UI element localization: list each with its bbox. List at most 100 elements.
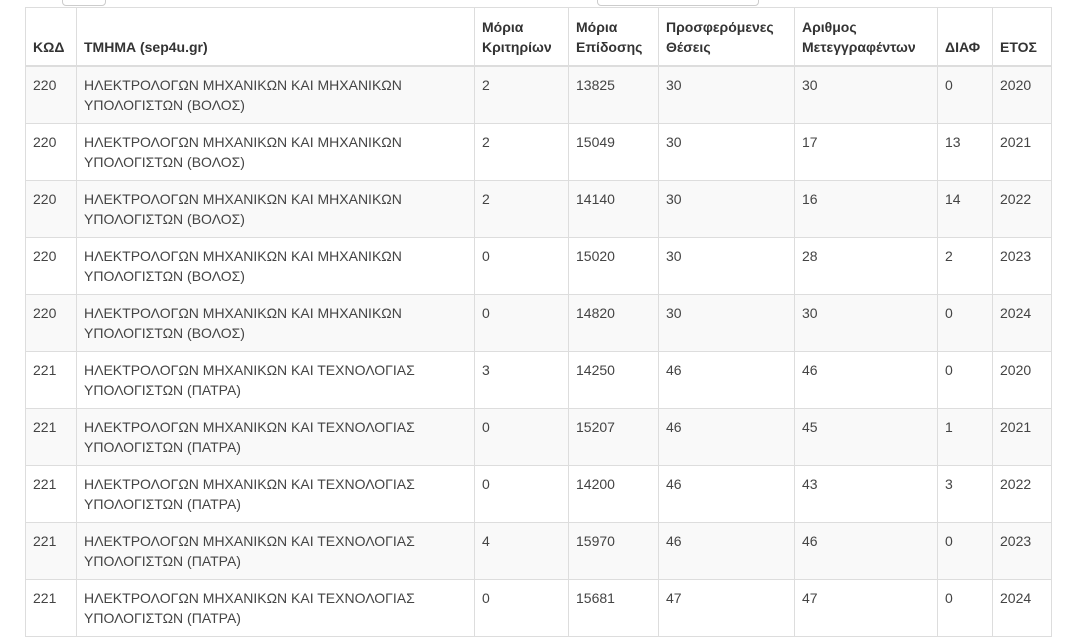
cell-achievement-points: 14140 [568, 179, 659, 238]
cell-achievement-points: 15049 [568, 122, 659, 181]
cell-transfers-count: 30 [794, 293, 938, 352]
table-row: 221 ΗΛΕΚΤΡΟΛΟΓΩΝ ΜΗΧΑΝΙΚΩΝ ΚΑΙ ΤΕΧΝΟΛΟΓΙΑ… [25, 521, 1052, 580]
page-length-select[interactable] [62, 0, 106, 6]
table-row: 220 ΗΛΕΚΤΡΟΛΟΓΩΝ ΜΗΧΑΝΙΚΩΝ ΚΑΙ ΜΗΧΑΝΙΚΩΝ … [25, 65, 1052, 124]
cell-criteria-points: 0 [474, 407, 569, 466]
cell-department: ΗΛΕΚΤΡΟΛΟΓΩΝ ΜΗΧΑΝΙΚΩΝ ΚΑΙ ΜΗΧΑΝΙΚΩΝ ΥΠΟ… [76, 179, 475, 238]
cell-year: 2024 [992, 293, 1052, 352]
column-header-criteria-points[interactable]: Μόρια Κριτηρίων [474, 7, 569, 67]
cell-code: 221 [25, 521, 77, 580]
table-row: 221 ΗΛΕΚΤΡΟΛΟΓΩΝ ΜΗΧΑΝΙΚΩΝ ΚΑΙ ΤΕΧΝΟΛΟΓΙΑ… [25, 350, 1052, 409]
column-header-difference[interactable]: ΔΙΑΦ [937, 7, 993, 67]
cell-achievement-points: 15681 [568, 578, 659, 637]
cell-offered-places: 46 [658, 407, 795, 466]
cell-code: 220 [25, 179, 77, 238]
cell-difference: 2 [937, 236, 993, 295]
results-table: ΚΩΔ ΤΜΗΜΑ (sep4u.gr) Μόρια Κριτηρίων Μόρ… [25, 7, 1052, 637]
column-header-year[interactable]: ΕΤΟΣ [992, 7, 1052, 67]
cell-difference: 13 [937, 122, 993, 181]
cell-criteria-points: 4 [474, 521, 569, 580]
cell-year: 2020 [992, 350, 1052, 409]
cell-criteria-points: 0 [474, 464, 569, 523]
cell-code: 220 [25, 65, 77, 124]
cell-department: ΗΛΕΚΤΡΟΛΟΓΩΝ ΜΗΧΑΝΙΚΩΝ ΚΑΙ ΜΗΧΑΝΙΚΩΝ ΥΠΟ… [76, 236, 475, 295]
cell-criteria-points: 0 [474, 293, 569, 352]
cell-code: 221 [25, 407, 77, 466]
cell-year: 2020 [992, 65, 1052, 124]
column-header-department[interactable]: ΤΜΗΜΑ (sep4u.gr) [76, 7, 475, 67]
cell-offered-places: 46 [658, 521, 795, 580]
cell-transfers-count: 47 [794, 578, 938, 637]
cell-achievement-points: 15020 [568, 236, 659, 295]
cell-department: ΗΛΕΚΤΡΟΛΟΓΩΝ ΜΗΧΑΝΙΚΩΝ ΚΑΙ ΤΕΧΝΟΛΟΓΙΑΣ Υ… [76, 350, 475, 409]
cell-difference: 1 [937, 407, 993, 466]
cell-transfers-count: 46 [794, 350, 938, 409]
cell-year: 2023 [992, 521, 1052, 580]
column-header-achievement-points[interactable]: Μόρια Επίδοσης [568, 7, 659, 67]
cell-difference: 3 [937, 464, 993, 523]
cell-difference: 0 [937, 293, 993, 352]
cell-year: 2022 [992, 464, 1052, 523]
table-body: 220 ΗΛΕΚΤΡΟΛΟΓΩΝ ΜΗΧΑΝΙΚΩΝ ΚΑΙ ΜΗΧΑΝΙΚΩΝ … [25, 65, 1052, 637]
cell-year: 2023 [992, 236, 1052, 295]
column-header-code[interactable]: ΚΩΔ [25, 7, 77, 67]
cell-transfers-count: 30 [794, 65, 938, 124]
table-controls [0, 0, 1067, 6]
column-header-offered-places[interactable]: Προσφερόμενες Θέσεις [658, 7, 795, 67]
cell-transfers-count: 28 [794, 236, 938, 295]
cell-criteria-points: 0 [474, 236, 569, 295]
cell-department: ΗΛΕΚΤΡΟΛΟΓΩΝ ΜΗΧΑΝΙΚΩΝ ΚΑΙ ΤΕΧΝΟΛΟΓΙΑΣ Υ… [76, 578, 475, 637]
cell-offered-places: 30 [658, 293, 795, 352]
cell-year: 2022 [992, 179, 1052, 238]
cell-department: ΗΛΕΚΤΡΟΛΟΓΩΝ ΜΗΧΑΝΙΚΩΝ ΚΑΙ ΜΗΧΑΝΙΚΩΝ ΥΠΟ… [76, 122, 475, 181]
cell-offered-places: 46 [658, 464, 795, 523]
cell-difference: 0 [937, 521, 993, 580]
cell-department: ΗΛΕΚΤΡΟΛΟΓΩΝ ΜΗΧΑΝΙΚΩΝ ΚΑΙ ΤΕΧΝΟΛΟΓΙΑΣ Υ… [76, 521, 475, 580]
cell-criteria-points: 2 [474, 179, 569, 238]
cell-difference: 0 [937, 65, 993, 124]
table-row: 221 ΗΛΕΚΤΡΟΛΟΓΩΝ ΜΗΧΑΝΙΚΩΝ ΚΑΙ ΤΕΧΝΟΛΟΓΙΑ… [25, 407, 1052, 466]
cell-code: 220 [25, 236, 77, 295]
cell-criteria-points: 2 [474, 65, 569, 124]
cell-transfers-count: 46 [794, 521, 938, 580]
cell-offered-places: 46 [658, 350, 795, 409]
cell-code: 221 [25, 464, 77, 523]
cell-code: 221 [25, 350, 77, 409]
cell-achievement-points: 14200 [568, 464, 659, 523]
cell-difference: 0 [937, 350, 993, 409]
cell-criteria-points: 0 [474, 578, 569, 637]
cell-achievement-points: 13825 [568, 65, 659, 124]
cell-offered-places: 30 [658, 236, 795, 295]
cell-offered-places: 47 [658, 578, 795, 637]
table-row: 220 ΗΛΕΚΤΡΟΛΟΓΩΝ ΜΗΧΑΝΙΚΩΝ ΚΑΙ ΜΗΧΑΝΙΚΩΝ … [25, 293, 1052, 352]
table-row: 220 ΗΛΕΚΤΡΟΛΟΓΩΝ ΜΗΧΑΝΙΚΩΝ ΚΑΙ ΜΗΧΑΝΙΚΩΝ … [25, 122, 1052, 181]
cell-transfers-count: 45 [794, 407, 938, 466]
cell-transfers-count: 16 [794, 179, 938, 238]
column-header-transfers-count[interactable]: Αριθμος Μετεγγραφέντων [794, 7, 938, 67]
cell-code: 221 [25, 578, 77, 637]
search-input[interactable] [597, 0, 759, 6]
cell-difference: 14 [937, 179, 993, 238]
table-header: ΚΩΔ ΤΜΗΜΑ (sep4u.gr) Μόρια Κριτηρίων Μόρ… [25, 7, 1052, 67]
table-row: 221 ΗΛΕΚΤΡΟΛΟΓΩΝ ΜΗΧΑΝΙΚΩΝ ΚΑΙ ΤΕΧΝΟΛΟΓΙΑ… [25, 464, 1052, 523]
cell-year: 2024 [992, 578, 1052, 637]
cell-department: ΗΛΕΚΤΡΟΛΟΓΩΝ ΜΗΧΑΝΙΚΩΝ ΚΑΙ ΤΕΧΝΟΛΟΓΙΑΣ Υ… [76, 407, 475, 466]
cell-offered-places: 30 [658, 179, 795, 238]
cell-achievement-points: 14820 [568, 293, 659, 352]
table-row: 220 ΗΛΕΚΤΡΟΛΟΓΩΝ ΜΗΧΑΝΙΚΩΝ ΚΑΙ ΜΗΧΑΝΙΚΩΝ … [25, 236, 1052, 295]
cell-year: 2021 [992, 122, 1052, 181]
cell-code: 220 [25, 293, 77, 352]
cell-year: 2021 [992, 407, 1052, 466]
cell-department: ΗΛΕΚΤΡΟΛΟΓΩΝ ΜΗΧΑΝΙΚΩΝ ΚΑΙ ΜΗΧΑΝΙΚΩΝ ΥΠΟ… [76, 293, 475, 352]
cell-criteria-points: 3 [474, 350, 569, 409]
cell-offered-places: 30 [658, 65, 795, 124]
cell-offered-places: 30 [658, 122, 795, 181]
cell-achievement-points: 15207 [568, 407, 659, 466]
cell-criteria-points: 2 [474, 122, 569, 181]
table-row: 221 ΗΛΕΚΤΡΟΛΟΓΩΝ ΜΗΧΑΝΙΚΩΝ ΚΑΙ ΤΕΧΝΟΛΟΓΙΑ… [25, 578, 1052, 637]
cell-difference: 0 [937, 578, 993, 637]
cell-department: ΗΛΕΚΤΡΟΛΟΓΩΝ ΜΗΧΑΝΙΚΩΝ ΚΑΙ ΤΕΧΝΟΛΟΓΙΑΣ Υ… [76, 464, 475, 523]
cell-achievement-points: 14250 [568, 350, 659, 409]
cell-department: ΗΛΕΚΤΡΟΛΟΓΩΝ ΜΗΧΑΝΙΚΩΝ ΚΑΙ ΜΗΧΑΝΙΚΩΝ ΥΠΟ… [76, 65, 475, 124]
cell-code: 220 [25, 122, 77, 181]
